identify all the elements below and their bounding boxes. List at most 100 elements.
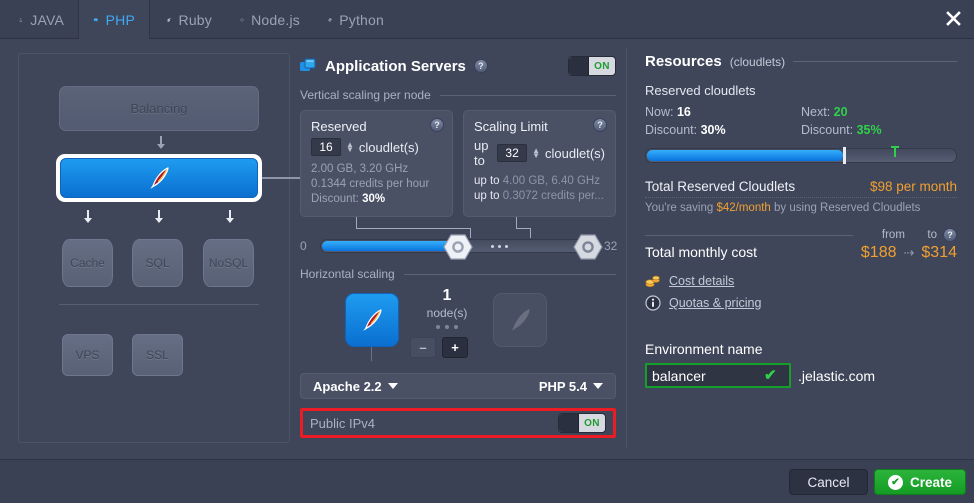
tab-php-label: PHP [105,11,135,28]
nodejs-hex-icon [240,17,244,22]
nosql-label: NoSQL [208,256,249,270]
savings-note: You're saving $42/month by using Reserve… [645,197,957,214]
topology-node-cache[interactable]: Cache [62,239,113,287]
scaling-limit-card: ? Scaling Limit up to 32 ▲ ▼ cloudlet(s) … [463,110,616,217]
python-snake-icon [328,17,332,22]
tab-nodejs-label: Node.js [251,11,300,28]
scaling-limit-title: Scaling Limit [474,119,548,134]
slider-track[interactable] [320,234,603,260]
public-ipv4-row: Public IPv4 ON [300,408,616,438]
cost-details-link-row: Cost details [645,274,957,288]
cancel-button-label: Cancel [807,474,850,490]
scaling-limit-credits-prefix: up to [474,190,500,202]
question-mark-icon[interactable]: ? [430,118,444,132]
cloudlet-slider[interactable]: 0 32 [300,234,618,260]
server-version-label: Apache 2.2 [313,378,382,394]
arrow-right-icon: ⇢ [903,245,915,260]
cost-from-label: from [881,229,905,241]
slider-max-label: 32 [604,239,618,253]
scaling-limit-value[interactable]: 32 [497,144,528,162]
arrow-down-icon [82,210,94,227]
coins-icon [645,275,660,288]
question-mark-icon[interactable]: ? [943,228,957,242]
progress-now-marker [843,147,847,164]
environment-name-field[interactable]: ✔ [645,363,791,388]
server-version-dropdown[interactable]: Apache 2.2 [313,379,398,394]
total-reserved-row: Total Reserved Cloudlets $98 per month [645,179,957,194]
reserved-spinner[interactable]: ▲ ▼ [346,141,354,154]
node-stalk [371,347,372,361]
apache-feather-icon [150,167,169,189]
public-ipv4-toggle[interactable]: ON [558,413,606,433]
next-discount-label: Discount: [801,123,854,137]
environment-name-input[interactable] [652,367,764,384]
reserved-cloudlets-progress[interactable] [645,146,957,164]
check-icon: ✔ [764,367,777,384]
savings-value: $42/month [716,202,771,214]
total-cost-to-value: $314 [921,244,957,261]
next-label: Next: [801,105,831,119]
tab-python[interactable]: Python [314,0,398,39]
tab-ruby-label: Ruby [178,11,212,28]
selected-app-server-node[interactable] [56,154,262,202]
cost-details-link[interactable]: Cost details [669,274,734,288]
cost-to-label: to [927,229,937,241]
slider-handle-limit[interactable] [573,234,603,260]
tab-php[interactable]: PHP [78,0,150,39]
question-mark-icon[interactable]: ? [593,118,607,132]
reserved-value[interactable]: 16 [311,138,341,156]
toggle-knob [569,57,589,75]
topology-node-sql[interactable]: SQL [132,239,183,287]
reserved-cloudlets-header: Reserved cloudlets [645,83,756,98]
tab-python-label: Python [339,11,384,28]
ruby-gem-icon [167,17,171,22]
quotas-pricing-link[interactable]: Quotas & pricing [669,296,761,310]
scaling-limit-prefix: up to [474,138,489,168]
node-count-unit: node(s) [426,306,468,320]
tab-java-label: JAVA [30,11,64,28]
java-duke-icon [19,17,23,22]
scaling-limit-spinner[interactable]: ▲ ▼ [532,147,540,160]
topology-node-nosql[interactable]: NoSQL [203,239,254,287]
cancel-button[interactable]: Cancel [789,469,868,495]
balancing-label: Balancing [130,101,188,116]
chevron-down-icon [387,383,398,389]
node-count-group: 1 node(s) [414,287,480,329]
sql-label: SQL [145,256,170,270]
node-decrease-button[interactable]: – [410,337,436,358]
total-reserved-value: $98 per month [869,179,957,194]
balancing-node[interactable]: Balancing [59,86,259,131]
scaling-limit-spec-prefix: up to [474,175,500,187]
close-icon[interactable] [940,5,966,31]
quotas-pricing-link-row: Quotas & pricing [645,295,957,311]
vps-label: VPS [75,348,100,362]
reserved-spec: 2.00 GB, 3.20 GHz [311,163,409,175]
slider-handle-reserved[interactable] [443,234,473,260]
tab-java[interactable]: JAVA [4,0,78,39]
topology-node-ssl[interactable]: SSL [132,334,183,376]
toggle-knob [559,414,579,432]
environment-name-row: ✔ .jelastic.com [645,363,957,388]
tab-ruby[interactable]: Ruby [152,0,226,39]
node-count-value: 1 [442,287,452,304]
environment-name-label: Environment name [645,341,763,357]
apache-feather-ghost-icon [511,309,530,331]
tab-nodejs[interactable]: Node.js [226,0,314,39]
total-monthly-cost-row: Total monthly cost $188 ⇢ $314 [645,244,957,262]
question-mark-icon[interactable]: ? [473,59,488,73]
engine-version-dropdown[interactable]: PHP 5.4 [539,379,603,394]
slider-fill [322,241,457,251]
node-instance-active[interactable] [345,293,399,347]
arrow-down-icon [155,136,167,153]
panel-divider [626,48,627,448]
reserved-discount-label: Discount: [311,193,359,205]
check-circle-icon: ✔ [887,474,903,490]
node-increase-button[interactable]: + [442,337,468,358]
create-button[interactable]: ✔ Create [874,469,966,495]
app-servers-toggle[interactable]: ON [568,56,616,76]
horizontal-scaling-body: 1 node(s) – + [300,287,616,371]
topology-node-vps[interactable]: VPS [62,334,113,376]
now-discount-value: 30% [700,123,726,137]
node-instance-placeholder[interactable] [493,293,547,347]
stack-version-row: Apache 2.2 PHP 5.4 [300,373,616,399]
